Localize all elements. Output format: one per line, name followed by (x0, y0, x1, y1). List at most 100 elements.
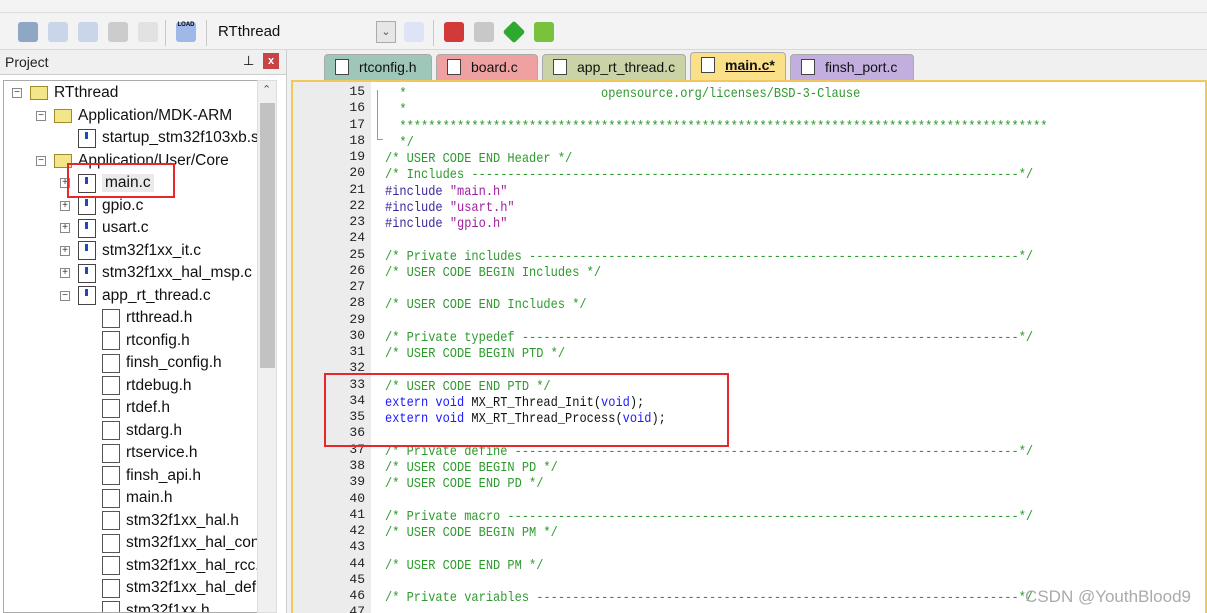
scrollbar-thumb[interactable] (260, 103, 275, 368)
code-line[interactable]: /* USER CODE END Header */ (385, 150, 572, 167)
tab-label: app_rt_thread.c (577, 59, 676, 75)
collapse-icon[interactable]: − (36, 155, 46, 166)
rebuild-icon[interactable] (78, 22, 98, 42)
line-number: 42 (349, 523, 365, 539)
tree-item[interactable]: rtconfig.h (102, 330, 190, 352)
tree-item[interactable]: rtthread.h (102, 307, 192, 329)
project-tree-scrollbar[interactable]: ⌃ (257, 80, 277, 613)
code-token: ****************************************… (385, 117, 1048, 135)
pack-installer-icon[interactable] (502, 20, 526, 44)
source-file-icon (78, 196, 96, 215)
line-number: 22 (349, 197, 365, 213)
code-line[interactable]: /* USER CODE BEGIN PM */ (385, 524, 558, 541)
code-line[interactable]: /* Includes ----------------------------… (385, 166, 1033, 183)
expand-icon[interactable]: + (60, 200, 70, 211)
code-token: /* Private includes --------------------… (385, 247, 1034, 265)
expand-icon[interactable]: + (60, 245, 70, 256)
collapse-icon[interactable]: − (12, 88, 22, 98)
target-select[interactable]: RTthread (218, 23, 280, 40)
rte-icon[interactable] (534, 22, 554, 42)
tree-item-label: main.h (126, 489, 173, 506)
code-line[interactable]: /* Private typedef ---------------------… (385, 329, 1033, 346)
tab-finsh-port-c[interactable]: finsh_port.c (790, 54, 914, 80)
tree-item-label: stm32f1xx_hal_def.h (126, 579, 257, 596)
code-line[interactable]: /* Private variables -------------------… (385, 589, 1033, 606)
code-token: #include (385, 198, 450, 216)
code-line[interactable]: * (385, 101, 406, 118)
line-number: 39 (349, 474, 365, 490)
tree-item[interactable]: stm32f1xx.h (102, 600, 210, 612)
code-line[interactable]: #include "gpio.h" (385, 215, 507, 232)
chevron-down-icon[interactable]: ⌄ (376, 21, 396, 43)
tree-item[interactable]: stm32f1xx_hal.h (102, 510, 239, 532)
code-line[interactable]: /* USER CODE BEGIN Includes */ (385, 264, 601, 281)
file-icon (801, 59, 815, 75)
tree-item[interactable]: finsh_config.h (102, 352, 222, 374)
tree-item[interactable]: finsh_api.h (102, 465, 201, 487)
code-line[interactable]: */ (385, 134, 413, 151)
expand-icon[interactable]: + (60, 223, 70, 233)
tree-item[interactable]: stm32f1xx_hal_rcc.h (102, 555, 257, 577)
code-editor[interactable]: 15 16 17 18 19 20 21 22 23 24 25 26 27 28 29 30 31 32 33 34… (291, 80, 1207, 613)
scroll-up-icon[interactable]: ⌃ (262, 83, 271, 96)
expand-icon[interactable]: + (60, 268, 70, 278)
tree-item[interactable]: stm32f1xx_hal_def.h (102, 577, 257, 599)
tree-item[interactable]: + stm32f1xx_it.c (60, 240, 201, 262)
tree-item[interactable]: stm32f1xx_hal_conf.h (102, 532, 257, 554)
code-line[interactable]: #include "main.h" (385, 183, 507, 200)
tree-item-label: rtthread.h (126, 309, 193, 326)
load-icon[interactable]: LOAD (176, 22, 196, 42)
tree-item[interactable]: + usart.c (60, 217, 149, 239)
header-file-icon (102, 556, 120, 575)
code-line[interactable]: /* USER CODE END PD */ (385, 475, 543, 492)
tree-item[interactable]: startup_stm32f103xb.s (78, 127, 257, 149)
build-toolbar: LOAD RTthread ⌄ (0, 14, 1207, 50)
code-line[interactable]: /* USER CODE BEGIN PTD */ (385, 345, 565, 362)
project-panel-title: Project (5, 54, 49, 70)
collapse-icon[interactable]: − (36, 110, 46, 121)
manage-components-icon[interactable] (444, 22, 464, 42)
tree-item[interactable]: rtservice.h (102, 442, 198, 464)
collapse-icon[interactable]: − (60, 290, 70, 301)
tab-main-c-[interactable]: main.c* (690, 52, 786, 80)
code-token: /* USER CODE END PM */ (385, 556, 544, 574)
tab-board-c[interactable]: board.c (436, 54, 538, 80)
tab-label: main.c* (725, 57, 775, 73)
code-token: "main.h" (449, 182, 508, 200)
tab-app-rt-thread-c[interactable]: app_rt_thread.c (542, 54, 686, 80)
tree-item-label: stm32f1xx_hal_msp.c (102, 264, 252, 281)
tree-item[interactable]: − RTthread (12, 82, 118, 104)
code-line[interactable]: #include "usart.h" (385, 199, 515, 216)
tree-item[interactable]: stdarg.h (102, 420, 182, 442)
tree-item[interactable]: rtdebug.h (102, 375, 192, 397)
batch-build-icon[interactable] (108, 22, 128, 42)
translate-icon[interactable] (18, 22, 38, 42)
fold-marker[interactable] (377, 90, 383, 140)
pin-icon[interactable]: ⊥ (243, 53, 254, 69)
stop-build-icon[interactable] (138, 22, 158, 42)
code-token: #include (385, 182, 450, 200)
highlight-box-extern-decls (324, 373, 729, 447)
build-icon[interactable] (48, 22, 68, 42)
code-line[interactable]: * opensource.org/licenses/BSD-3-Clause (385, 85, 860, 102)
header-file-icon (102, 421, 120, 440)
code-line[interactable]: ****************************************… (385, 117, 1048, 135)
code-line[interactable]: /* Private includes --------------------… (385, 248, 1033, 265)
tree-item[interactable]: + stm32f1xx_hal_msp.c (60, 262, 252, 284)
header-file-icon (102, 578, 120, 598)
tree-item[interactable]: − Application/MDK-ARM (36, 105, 232, 127)
code-line[interactable]: /* USER CODE END PM */ (385, 557, 543, 574)
select-packs-icon[interactable] (474, 22, 494, 42)
tree-item-label: finsh_config.h (126, 354, 222, 371)
close-panel-button[interactable]: x (263, 53, 279, 69)
tree-item[interactable]: main.h (102, 487, 173, 509)
code-line[interactable]: /* Private macro -----------------------… (385, 508, 1033, 525)
options-wand-icon[interactable] (404, 22, 424, 42)
tab-rtconfig-h[interactable]: rtconfig.h (324, 54, 432, 80)
tree-item[interactable]: − app_rt_thread.c (60, 285, 211, 307)
code-line[interactable]: /* USER CODE END Includes */ (385, 296, 587, 313)
tree-item-label: usart.c (102, 219, 149, 236)
tree-item-label: rtdebug.h (126, 376, 192, 394)
tree-item[interactable]: rtdef.h (102, 397, 170, 419)
code-line[interactable]: /* USER CODE BEGIN PD */ (385, 459, 558, 476)
